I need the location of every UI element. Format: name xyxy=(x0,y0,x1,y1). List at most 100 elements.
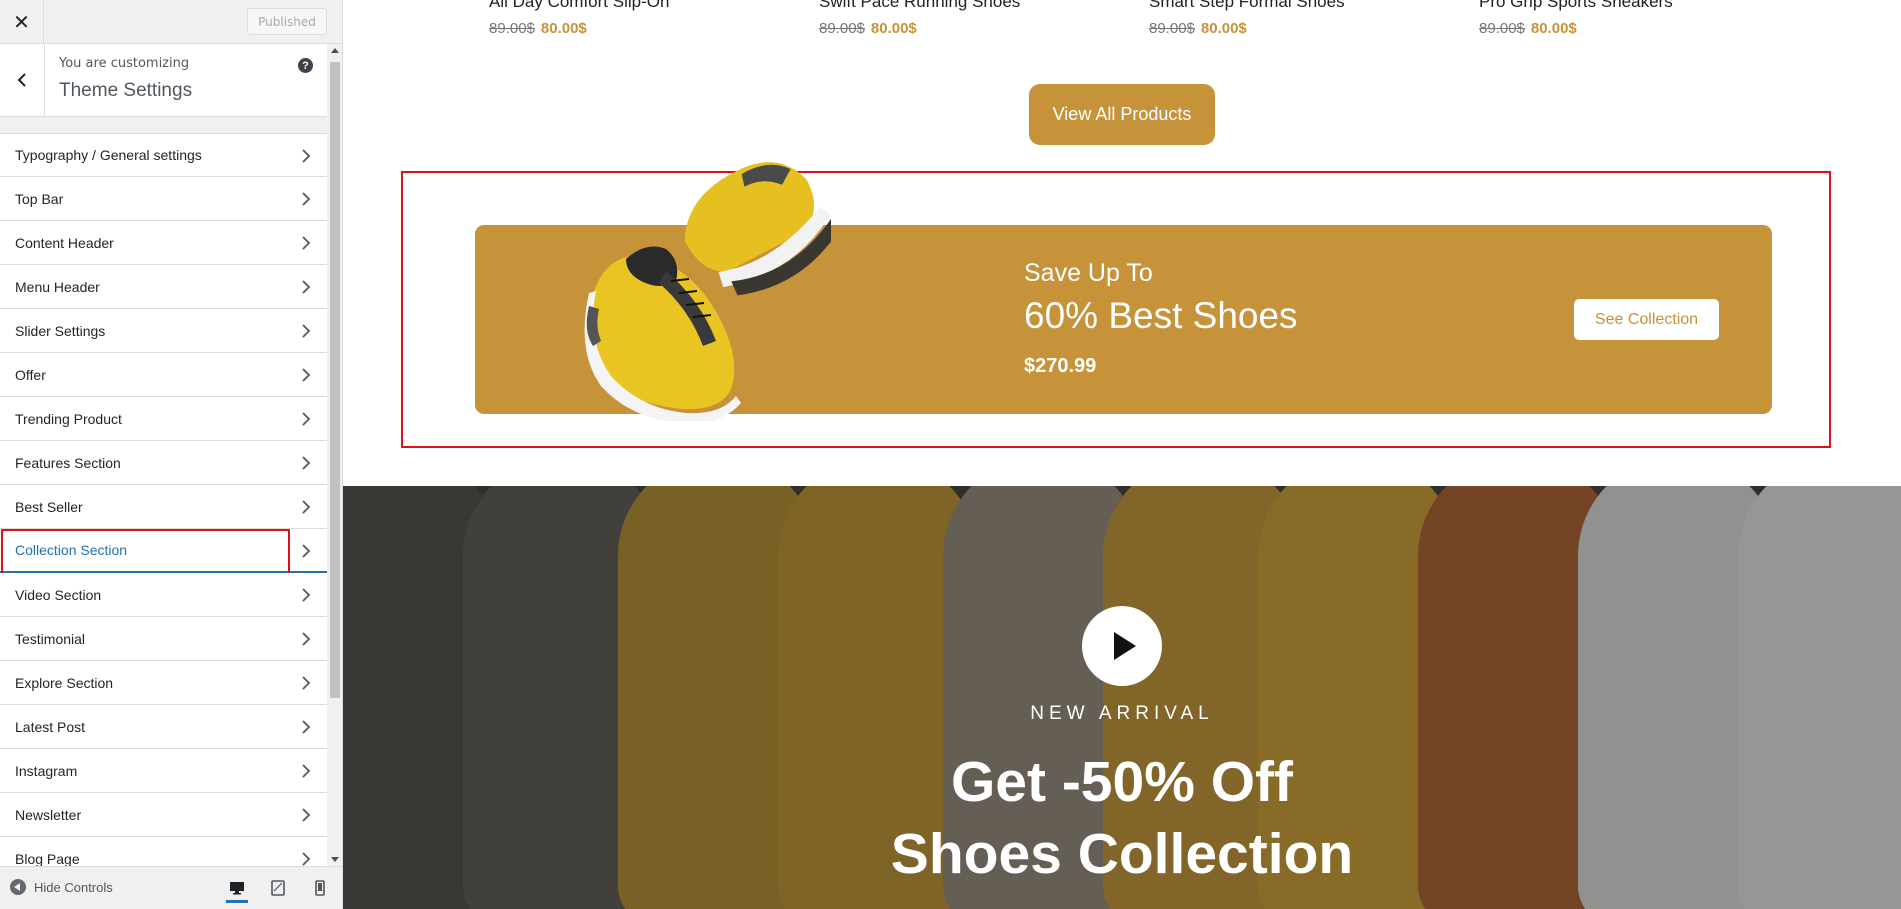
chevron-right-icon xyxy=(302,412,311,426)
menu-item-label: Testimonial xyxy=(15,630,86,647)
menu-item-label: Menu Header xyxy=(15,278,100,295)
menu-item-trending-product[interactable]: Trending Product xyxy=(0,397,327,441)
published-button[interactable]: Published xyxy=(247,8,327,35)
menu-item-label: Top Bar xyxy=(15,190,64,207)
menu-item-explore-section[interactable]: Explore Section xyxy=(0,661,327,705)
menu-item-typography-general-settings[interactable]: Typography / General settings xyxy=(0,133,327,177)
sale-price: 80.00$ xyxy=(870,20,917,37)
chevron-right-icon xyxy=(302,192,311,206)
promo-subtitle: Save Up To xyxy=(1024,259,1153,287)
old-price: 89.00$ xyxy=(1149,20,1195,37)
collapse-icon xyxy=(10,879,26,895)
product-price: 89.00$ 80.00$ xyxy=(489,20,587,37)
chevron-right-icon xyxy=(302,676,311,690)
product-name[interactable]: All Day Comfort Slip-On xyxy=(489,0,669,12)
menu-item-instagram[interactable]: Instagram xyxy=(0,749,327,793)
sidebar-scrollbar[interactable] xyxy=(327,44,342,866)
product-price: 89.00$ 80.00$ xyxy=(1149,20,1247,37)
chevron-right-icon xyxy=(302,149,311,163)
menu-item-slider-settings[interactable]: Slider Settings xyxy=(0,309,327,353)
old-price: 89.00$ xyxy=(819,20,865,37)
menu-item-label: Slider Settings xyxy=(15,322,106,339)
mobile-preview-button[interactable] xyxy=(309,877,331,899)
scroll-down-arrow-icon[interactable] xyxy=(331,857,339,862)
menu-item-label: Typography / General settings xyxy=(15,147,202,163)
chevron-right-icon xyxy=(302,852,311,866)
menu-item-label: Blog Page xyxy=(15,850,80,867)
promo-headline: 60% Best Shoes xyxy=(1024,295,1298,336)
customizer-sidebar: ✕ Published You are customizing Theme Se… xyxy=(0,0,343,909)
offer-headline: Get -50% Off xyxy=(950,750,1294,814)
customizing-label: You are customizing xyxy=(59,56,190,71)
chevron-right-icon xyxy=(302,544,311,558)
chevron-right-icon xyxy=(302,500,311,514)
customizer-topbar: ✕ Published xyxy=(0,0,342,44)
menu-item-label: Collection Section xyxy=(15,542,128,558)
tablet-preview-button[interactable] xyxy=(267,877,289,899)
menu-item-label: Newsletter xyxy=(15,806,82,823)
desktop-preview-button[interactable] xyxy=(226,876,248,903)
menu-item-top-bar[interactable]: Top Bar xyxy=(0,177,327,221)
menu-item-label: Best Seller xyxy=(15,498,83,515)
close-icon[interactable]: ✕ xyxy=(0,0,44,44)
hide-controls-label: Hide Controls xyxy=(34,879,113,895)
sale-price: 80.00$ xyxy=(1200,20,1247,37)
product-name[interactable]: Pro Grip Sports Sneakers xyxy=(1479,0,1673,12)
chevron-right-icon xyxy=(302,588,311,602)
chevron-right-icon xyxy=(302,280,311,294)
promo-price: $270.99 xyxy=(1024,355,1097,377)
menu-item-content-header[interactable]: Content Header xyxy=(0,221,327,265)
menu-item-video-section[interactable]: Video Section xyxy=(0,573,327,617)
see-collection-button[interactable]: See Collection xyxy=(1574,299,1719,340)
menu-item-offer[interactable]: Offer xyxy=(0,353,327,397)
settings-menu: Typography / General settings Top Bar Cont… xyxy=(0,133,327,881)
mobile-icon xyxy=(315,880,325,896)
menu-item-label: Offer xyxy=(15,366,46,383)
chevron-left-icon xyxy=(17,73,26,87)
sale-price: 80.00$ xyxy=(1530,20,1577,37)
hide-controls-button[interactable]: Hide Controls xyxy=(10,879,113,895)
back-button[interactable] xyxy=(0,44,45,116)
chevron-right-icon xyxy=(302,368,311,382)
customizer-footer: Hide Controls xyxy=(0,866,342,909)
scrollbar-thumb[interactable] xyxy=(330,62,340,698)
menu-item-menu-header[interactable]: Menu Header xyxy=(0,265,327,309)
video-section: NEW ARRIVAL Get -50% Off Shoes Collectio… xyxy=(343,486,1901,909)
menu-item-latest-post[interactable]: Latest Post xyxy=(0,705,327,749)
tablet-icon xyxy=(271,880,285,896)
chevron-right-icon xyxy=(302,236,311,250)
menu-item-label: Trending Product xyxy=(15,410,122,427)
yellow-sneakers-image xyxy=(584,162,831,421)
menu-item-label: Content Header xyxy=(15,234,114,251)
old-price: 89.00$ xyxy=(1479,20,1525,37)
chevron-right-icon xyxy=(302,324,311,338)
help-icon[interactable]: ? xyxy=(298,58,313,73)
offer-subheadline: Shoes Collection xyxy=(890,822,1354,886)
sale-price: 80.00$ xyxy=(540,20,587,37)
menu-item-label: Video Section xyxy=(15,586,102,603)
menu-item-best-seller[interactable]: Best Seller xyxy=(0,485,327,529)
product-price: 89.00$ 80.00$ xyxy=(1479,20,1577,37)
menu-item-testimonial[interactable]: Testimonial xyxy=(0,617,327,661)
product-name[interactable]: Swift Pace Running Shoes xyxy=(819,0,1020,12)
play-icon[interactable] xyxy=(1082,606,1162,686)
menu-item-label: Instagram xyxy=(15,762,78,779)
chevron-right-icon xyxy=(302,720,311,734)
new-arrival-label: NEW ARRIVAL xyxy=(1030,703,1214,724)
chevron-right-icon xyxy=(302,632,311,646)
menu-item-label: Explore Section xyxy=(15,674,114,691)
view-all-products-button[interactable]: View All Products xyxy=(1029,84,1215,145)
desktop-icon xyxy=(230,882,244,895)
chevron-right-icon xyxy=(302,764,311,778)
menu-item-collection-section[interactable]: Collection Section xyxy=(0,529,327,580)
menu-item-newsletter[interactable]: Newsletter xyxy=(0,793,327,837)
menu-item-features-section[interactable]: Features Section xyxy=(0,441,327,485)
chevron-right-icon xyxy=(302,808,311,822)
product-name[interactable]: Smart Step Formal Shoes xyxy=(1149,0,1345,12)
scroll-up-arrow-icon[interactable] xyxy=(331,48,339,53)
product-price: 89.00$ 80.00$ xyxy=(819,20,917,37)
menu-item-label: Features Section xyxy=(15,454,121,471)
section-title: Theme Settings xyxy=(59,80,193,101)
customizer-info: You are customizing Theme Settings ? xyxy=(0,44,327,117)
menu-item-label: Latest Post xyxy=(15,718,86,735)
